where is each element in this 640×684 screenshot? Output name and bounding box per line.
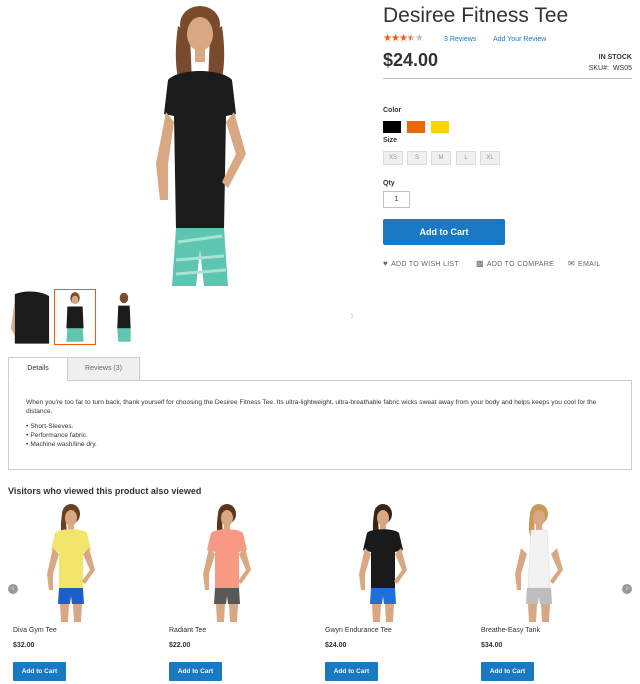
product-card-name[interactable]: Breathe-Easy Tank: [481, 627, 540, 634]
feature-item: Performance fabric.: [26, 431, 614, 440]
product-card-image[interactable]: [21, 500, 121, 622]
qty-input[interactable]: 1: [383, 191, 410, 208]
tab-details[interactable]: Details: [8, 357, 68, 381]
feature-list: Short-Sleeves. Performance fabric. Machi…: [26, 422, 614, 449]
carousel-next-icon[interactable]: ›: [622, 584, 632, 594]
color-swatch-yellow[interactable]: [431, 121, 449, 133]
gallery-thumbnail[interactable]: [102, 289, 144, 345]
size-label: Size: [383, 137, 398, 144]
add-to-cart-button[interactable]: Add to Cart: [383, 219, 505, 245]
star-filled-icon: ★: [383, 33, 392, 44]
product-card-name[interactable]: Gwyn Endurance Tee: [325, 627, 392, 634]
star-filled-icon: ★: [398, 33, 408, 44]
product-card-price: $22.00: [169, 642, 191, 649]
reviews-link[interactable]: 3 Reviews: [444, 36, 476, 43]
rating-stars: ★★★★★: [383, 33, 424, 44]
product-card-add-to-cart-button[interactable]: Add to Cart: [13, 662, 66, 681]
color-label: Color: [383, 107, 402, 114]
details-panel: When you're too far to turn back, thank …: [8, 380, 632, 470]
divider: [383, 78, 632, 79]
product-card-image[interactable]: [333, 500, 433, 622]
gallery-thumbnail-active[interactable]: [54, 289, 96, 345]
size-option-xs[interactable]: XS: [383, 151, 403, 165]
feature-item: Short-Sleeves.: [26, 422, 614, 431]
also-viewed-title: Visitors who viewed this product also vi…: [8, 486, 202, 496]
add-review-link[interactable]: Add Your Review: [493, 36, 546, 43]
add-to-wishlist-link[interactable]: ♥ ADD TO WISH LIST: [383, 259, 459, 268]
product-price: $24.00: [383, 50, 439, 70]
feature-item: Machine wash/line dry.: [26, 440, 614, 449]
sku-label: SKU#:: [588, 65, 609, 72]
product-card-add-to-cart-button[interactable]: Add to Cart: [325, 662, 378, 681]
product-card: Radiant Tee $22.00 Add to Cart: [169, 500, 299, 682]
product-card-name[interactable]: Diva Gym Tee: [13, 627, 57, 634]
product-main-image[interactable]: [120, 4, 280, 286]
product-card-price: $32.00: [13, 642, 35, 649]
tab-reviews[interactable]: Reviews (3): [67, 357, 140, 381]
gallery-thumbnail[interactable]: [10, 289, 52, 345]
product-card-add-to-cart-button[interactable]: Add to Cart: [169, 662, 222, 681]
product-card-price: $24.00: [325, 642, 347, 649]
product-card-image[interactable]: [177, 500, 277, 622]
star-filled-icon: ★: [390, 33, 400, 44]
gallery-next-arrow-icon[interactable]: ›: [350, 308, 354, 322]
sku-value: WS05: [612, 65, 632, 72]
product-card-add-to-cart-button[interactable]: Add to Cart: [481, 662, 534, 681]
product-title: Desiree Fitness Tee: [383, 4, 569, 27]
add-to-compare-link[interactable]: ▩ ADD TO COMPARE: [476, 259, 554, 268]
email-link[interactable]: ✉ EMAIL: [568, 259, 601, 268]
color-swatch-black[interactable]: [383, 121, 401, 133]
email-label: EMAIL: [578, 261, 601, 268]
product-card-name[interactable]: Radiant Tee: [169, 627, 206, 634]
star-half-icon: ★: [406, 33, 416, 44]
product-description: When you're too far to turn back, thank …: [26, 399, 597, 415]
product-card-price: $34.00: [481, 642, 503, 649]
envelope-icon: ✉: [568, 259, 576, 268]
product-card: Breathe-Easy Tank $34.00 Add to Cart: [481, 500, 611, 682]
heart-icon: ♥: [383, 259, 389, 268]
bar-chart-icon: ▩: [476, 259, 484, 268]
product-card: Gwyn Endurance Tee $24.00 Add to Cart: [325, 500, 455, 682]
size-option-xl[interactable]: XL: [480, 151, 500, 165]
compare-label: ADD TO COMPARE: [486, 261, 555, 268]
wishlist-label: ADD TO WISH LIST: [391, 261, 460, 268]
sku: SKU#: WS05: [589, 65, 632, 72]
color-swatch-orange[interactable]: [407, 121, 425, 133]
size-option-s[interactable]: S: [407, 151, 427, 165]
qty-label: Qty: [383, 180, 395, 187]
size-option-l[interactable]: L: [456, 151, 476, 165]
product-card: Diva Gym Tee $32.00 Add to Cart: [13, 500, 143, 682]
star-empty-icon: ★: [414, 33, 424, 44]
stock-status: IN STOCK: [598, 54, 632, 61]
product-card-image[interactable]: [489, 500, 589, 622]
size-option-m[interactable]: M: [431, 151, 451, 165]
